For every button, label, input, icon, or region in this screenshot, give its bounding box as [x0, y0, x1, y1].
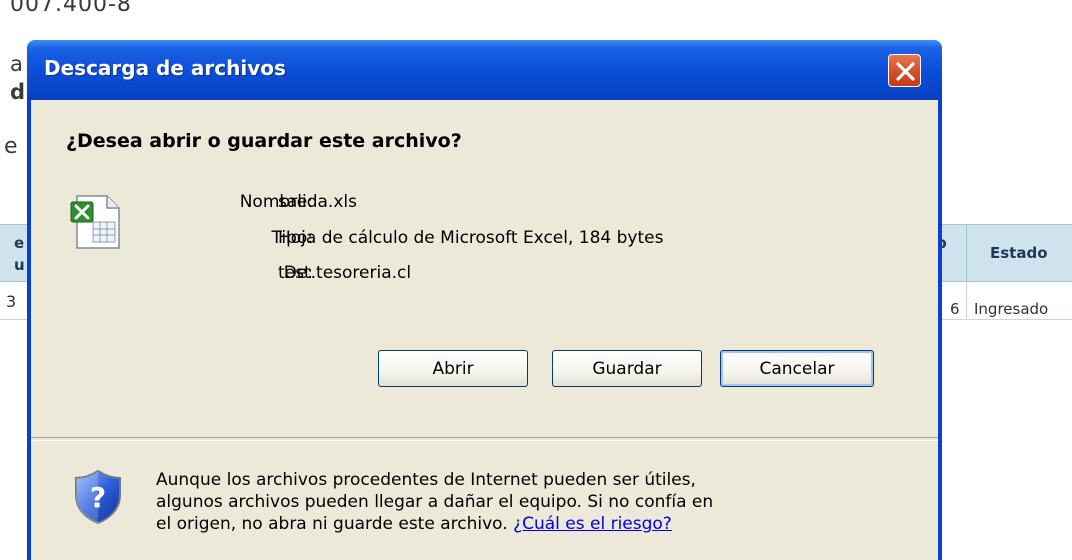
cancel-button[interactable]: Cancelar: [720, 350, 874, 387]
background-table-cell-fragment-6: 6: [950, 300, 960, 318]
save-button[interactable]: Guardar: [552, 350, 702, 387]
warning-line-last: el origen, no abra ni guarde este archiv…: [156, 513, 856, 535]
warning-line-prefix: el origen, no abra ni guarde este archiv…: [156, 514, 514, 534]
close-button[interactable]: [888, 54, 921, 87]
risk-info-link[interactable]: ¿Cuál es el riesgo?: [513, 514, 672, 534]
security-shield-icon: ?: [75, 469, 121, 525]
security-warning-text: Aunque los archivos procedentes de Inter…: [156, 469, 856, 535]
svg-text:?: ?: [90, 481, 106, 514]
background-table-header-estado: Estado: [990, 244, 1048, 262]
from-value: test.tesoreria.cl: [278, 263, 412, 283]
background-table-header-fragment-2: u: [14, 256, 25, 274]
background-table-cell-fragment: 3: [6, 292, 17, 311]
dialog-body: ¿Desea abrir o guardar este archivo? Nom…: [31, 100, 938, 560]
background-id-text: 007.400-8: [10, 0, 132, 17]
background-fragment-d: d: [10, 80, 26, 104]
close-icon: [896, 62, 915, 81]
type-value: Hoja de cálculo de Microsoft Excel, 184 …: [278, 228, 664, 248]
dialog-separator: [31, 437, 938, 441]
background-table-row-divider: [966, 281, 967, 319]
file-download-dialog: Descarga de archivos ¿Desea abrir o guar…: [27, 40, 942, 560]
background-fragment-a: a: [10, 52, 23, 76]
background-fragment-e: e: [4, 134, 18, 159]
warning-line: algunos archivos pueden llegar a dañar e…: [156, 492, 714, 512]
background-table-divider: [966, 224, 967, 281]
warning-line: Aunque los archivos procedentes de Inter…: [156, 470, 696, 490]
background-table-header-fragment-1: e: [14, 234, 25, 252]
open-button[interactable]: Abrir: [378, 350, 528, 387]
dialog-title-bar[interactable]: Descarga de archivos: [27, 40, 942, 100]
dialog-question: ¿Desea abrir o guardar este archivo?: [66, 130, 462, 152]
background-table-cell-estado: Ingresado: [974, 300, 1049, 318]
excel-file-icon: [70, 195, 120, 249]
dialog-title: Descarga de archivos: [44, 56, 286, 80]
name-value: salida.xls: [278, 192, 357, 212]
